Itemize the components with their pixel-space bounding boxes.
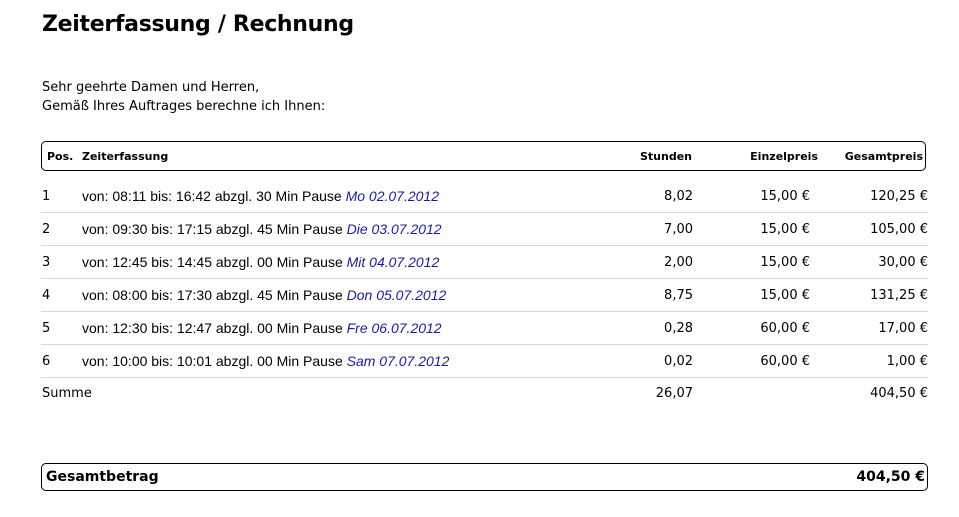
header-zeiterfassung: Zeiterfassung (82, 150, 169, 163)
row-gesamtpreis: 30,00 € (878, 255, 928, 270)
row-pos: 2 (42, 222, 51, 237)
table-row: 6 von: 10:00 bis: 10:01 abzgl. 00 Min Pa… (41, 345, 928, 378)
row-date: Die 03.07.2012 (346, 221, 442, 237)
row-gesamtpreis: 1,00 € (886, 354, 928, 369)
row-einzelpreis: 60,00 € (760, 354, 810, 369)
row-description: von: 08:11 bis: 16:42 abzgl. 30 Min Paus… (82, 188, 439, 204)
table-row: 5 von: 12:30 bis: 12:47 abzgl. 00 Min Pa… (41, 312, 928, 345)
row-einzelpreis: 15,00 € (760, 255, 810, 270)
row-description: von: 09:30 bis: 17:15 abzgl. 45 Min Paus… (82, 221, 442, 237)
row-description: von: 12:45 bis: 14:45 abzgl. 00 Min Paus… (82, 254, 439, 270)
table-row: 2 von: 09:30 bis: 17:15 abzgl. 45 Min Pa… (41, 213, 928, 246)
row-pos: 6 (42, 354, 51, 369)
row-pos: 1 (42, 189, 51, 204)
header-einzelpreis: Einzelpreis (750, 150, 818, 163)
header-pos: Pos. (47, 150, 74, 163)
summe-row: Summe 26,07 404,50 € (41, 386, 928, 406)
summe-stunden: 26,07 (655, 386, 693, 401)
gesamtbetrag-value: 404,50 € (856, 469, 925, 485)
row-einzelpreis: 15,00 € (760, 189, 810, 204)
row-einzelpreis: 15,00 € (760, 288, 810, 303)
row-time-range: von: 08:11 bis: 16:42 abzgl. 30 Min Paus… (82, 188, 342, 204)
row-gesamtpreis: 105,00 € (870, 222, 928, 237)
page-title: Zeiterfassung / Rechnung (42, 12, 354, 37)
row-stunden: 8,02 (664, 189, 693, 204)
table-row: 1 von: 08:11 bis: 16:42 abzgl. 30 Min Pa… (41, 180, 928, 213)
row-time-range: von: 10:00 bis: 10:01 abzgl. 00 Min Paus… (82, 353, 343, 369)
gesamtbetrag-box: Gesamtbetrag 404,50 € (41, 463, 928, 491)
row-einzelpreis: 15,00 € (760, 222, 810, 237)
row-date: Mit 04.07.2012 (346, 254, 440, 270)
row-time-range: von: 12:30 bis: 12:47 abzgl. 00 Min Paus… (82, 320, 343, 336)
row-time-range: von: 12:45 bis: 14:45 abzgl. 00 Min Paus… (82, 254, 343, 270)
table-row: 3 von: 12:45 bis: 14:45 abzgl. 00 Min Pa… (41, 246, 928, 279)
row-pos: 4 (42, 288, 51, 303)
gesamtbetrag-label: Gesamtbetrag (46, 469, 159, 485)
row-stunden: 0,02 (664, 354, 693, 369)
row-time-range: von: 09:30 bis: 17:15 abzgl. 45 Min Paus… (82, 221, 343, 237)
row-description: von: 12:30 bis: 12:47 abzgl. 00 Min Paus… (82, 320, 442, 336)
row-stunden: 2,00 (664, 255, 693, 270)
row-date: Sam 07.07.2012 (346, 353, 450, 369)
row-stunden: 8,75 (664, 288, 693, 303)
table-row: 4 von: 08:00 bis: 17:30 abzgl. 45 Min Pa… (41, 279, 928, 312)
header-gesamtpreis: Gesamtpreis (844, 150, 923, 163)
row-description: von: 08:00 bis: 17:30 abzgl. 45 Min Paus… (82, 287, 446, 303)
row-pos: 5 (42, 321, 51, 336)
greeting-line-2: Gemäß Ihres Auftrages berechne ich Ihnen… (42, 99, 326, 114)
header-stunden: Stunden (639, 150, 692, 163)
row-gesamtpreis: 120,25 € (870, 189, 928, 204)
row-date: Fre 06.07.2012 (346, 320, 442, 336)
table-header: Pos. Zeiterfassung Stunden Einzelpreis G… (41, 141, 926, 171)
table-body: 1 von: 08:11 bis: 16:42 abzgl. 30 Min Pa… (41, 180, 928, 378)
row-time-range: von: 08:00 bis: 17:30 abzgl. 45 Min Paus… (82, 287, 343, 303)
greeting-line-1: Sehr geehrte Damen und Herren, (42, 80, 260, 95)
row-pos: 3 (42, 255, 51, 270)
row-description: von: 10:00 bis: 10:01 abzgl. 00 Min Paus… (82, 353, 449, 369)
row-einzelpreis: 60,00 € (760, 321, 810, 336)
greeting: Sehr geehrte Damen und Herren, Gemäß Ihr… (42, 78, 325, 116)
row-stunden: 7,00 (664, 222, 693, 237)
summe-gesamt: 404,50 € (870, 386, 928, 401)
row-stunden: 0,28 (664, 321, 693, 336)
row-gesamtpreis: 17,00 € (878, 321, 928, 336)
row-gesamtpreis: 131,25 € (870, 288, 928, 303)
row-date: Don 05.07.2012 (346, 287, 447, 303)
summe-label: Summe (42, 386, 92, 401)
row-date: Mo 02.07.2012 (345, 188, 439, 204)
